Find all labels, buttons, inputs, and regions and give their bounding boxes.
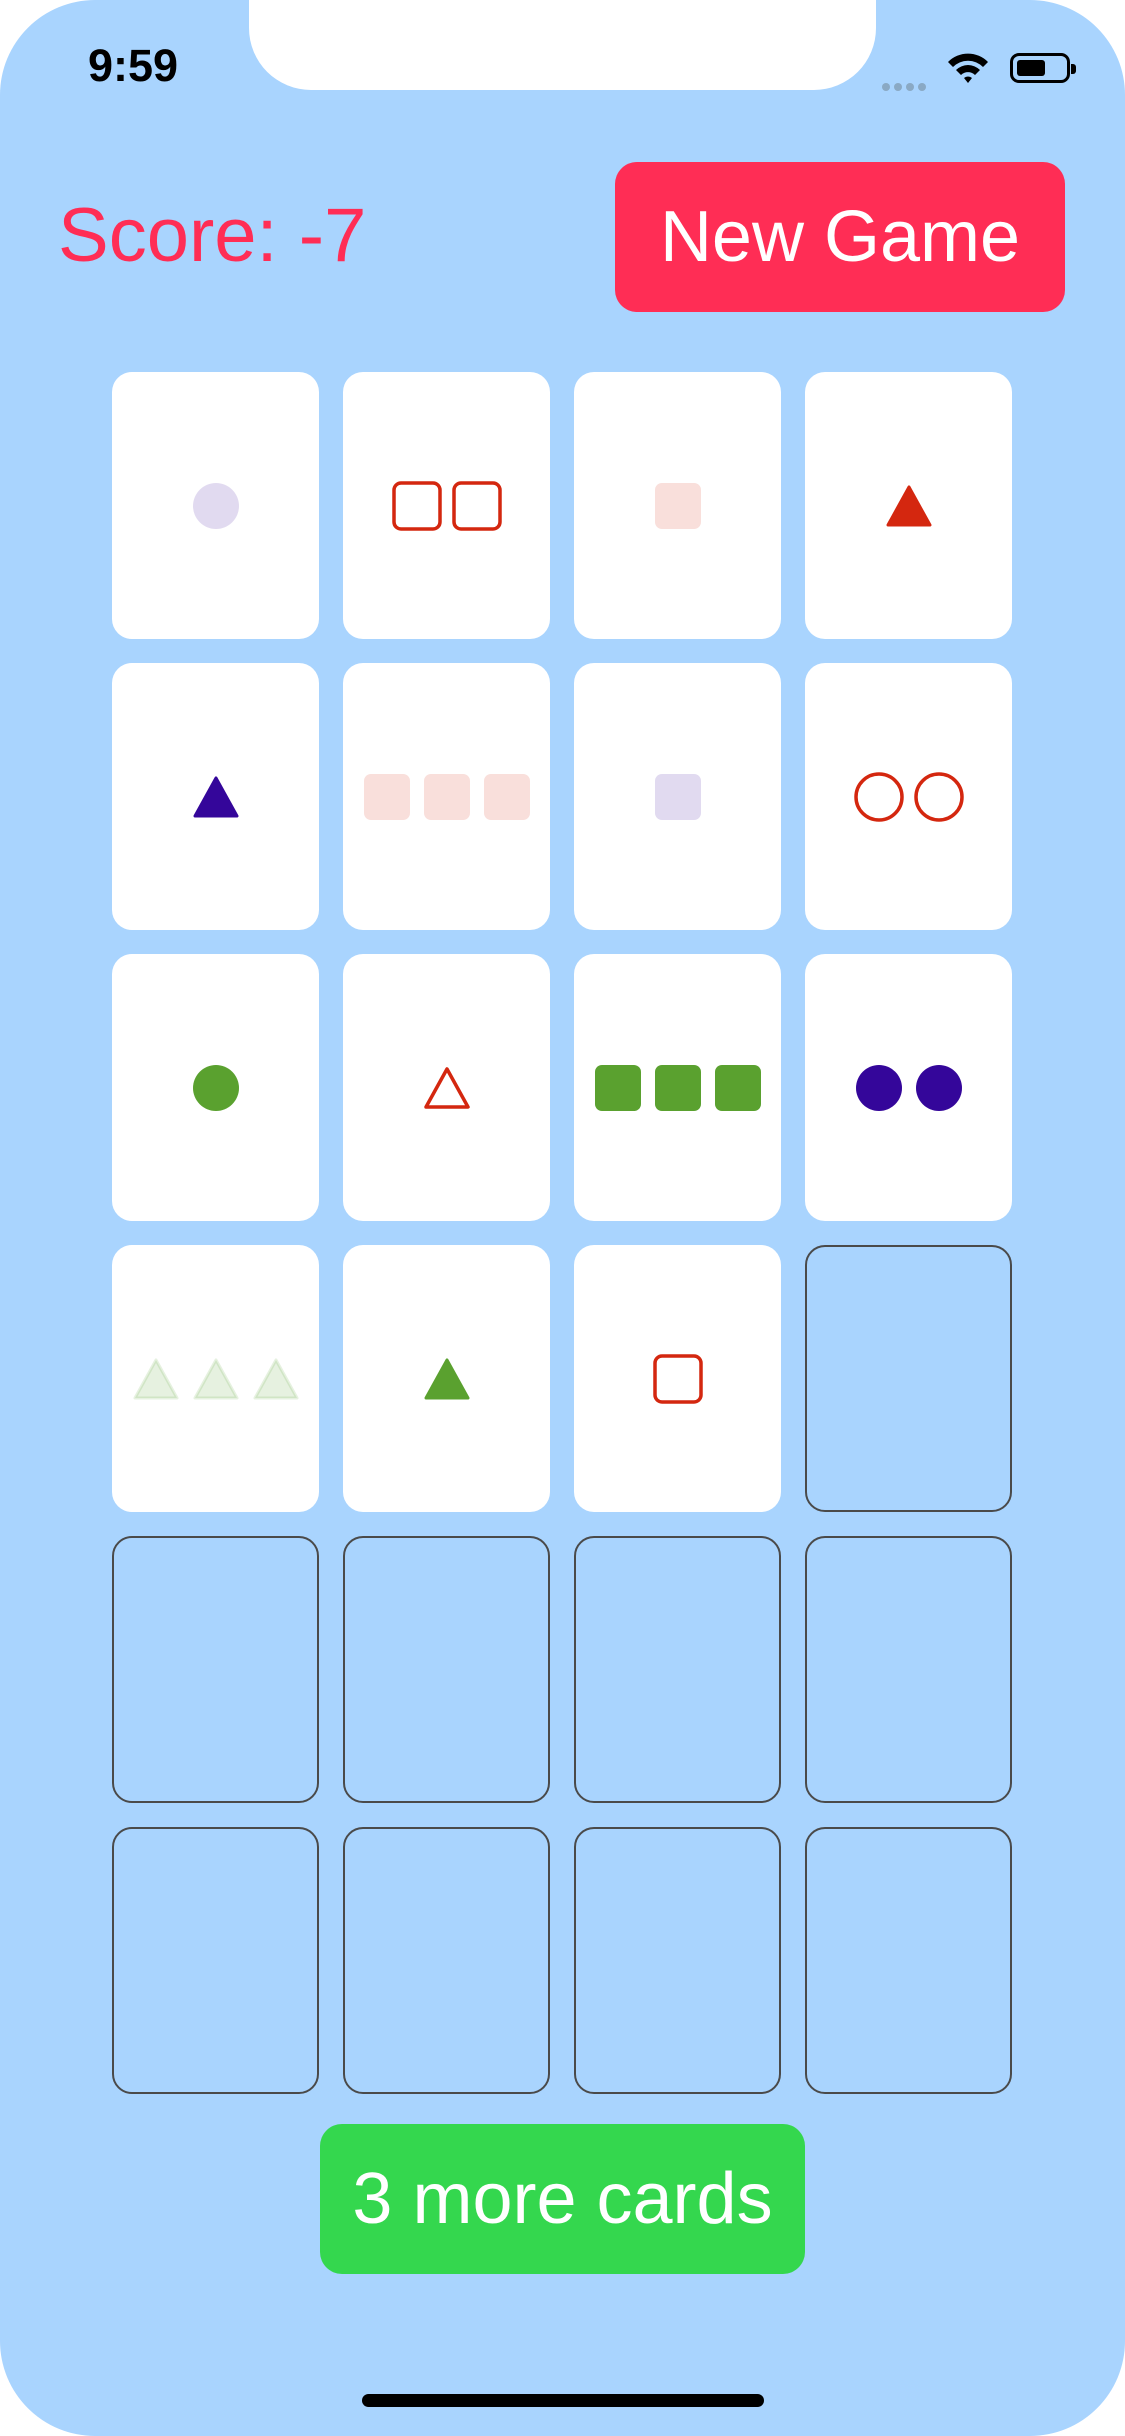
card-symbols: [191, 1063, 241, 1113]
set-card[interactable]: [112, 954, 319, 1221]
set-card[interactable]: [574, 954, 781, 1221]
status-time: 9:59: [88, 40, 179, 91]
square-icon: [714, 1064, 761, 1111]
triangle-icon: [253, 1358, 298, 1399]
new-game-button[interactable]: New Game: [615, 162, 1065, 312]
card-symbols: [362, 772, 532, 822]
circle-icon: [915, 1064, 962, 1111]
square-icon: [654, 482, 701, 529]
square-icon: [483, 773, 530, 820]
set-card[interactable]: [343, 954, 550, 1221]
square-icon: [594, 1064, 641, 1111]
card-symbols: [854, 1063, 964, 1113]
set-card[interactable]: [112, 663, 319, 930]
set-card[interactable]: [574, 663, 781, 930]
card-symbols: [422, 1354, 472, 1404]
set-card[interactable]: [343, 1245, 550, 1512]
circle-icon: [192, 1064, 239, 1111]
score-label: Score: -7: [58, 193, 367, 278]
set-card[interactable]: [343, 663, 550, 930]
square-icon: [423, 773, 470, 820]
card-symbols: [422, 1063, 472, 1113]
battery-icon: [1010, 53, 1076, 83]
empty-card-slot: [574, 1827, 781, 2094]
empty-card-slot: [112, 1536, 319, 1803]
empty-card-slot: [805, 1245, 1012, 1512]
cellular-signal-icon: [882, 78, 930, 96]
circle-icon: [192, 482, 239, 529]
circle-icon: [913, 771, 964, 822]
square-icon: [652, 1353, 703, 1404]
app-screen: 9:59 Score: -7 New Game 3 more cards: [0, 0, 1125, 2436]
set-card[interactable]: [805, 372, 1012, 639]
card-symbols: [884, 481, 934, 531]
card-symbols: [191, 481, 241, 531]
set-card[interactable]: [805, 954, 1012, 1221]
wifi-icon: [946, 50, 990, 89]
card-symbols: [653, 481, 703, 531]
card-symbols: [853, 771, 964, 822]
set-card[interactable]: [574, 372, 781, 639]
card-symbols: [593, 1063, 763, 1113]
card-symbols: [191, 772, 241, 822]
circle-icon: [853, 771, 904, 822]
empty-card-slot: [574, 1536, 781, 1803]
device-notch: [249, 0, 876, 90]
square-icon: [391, 480, 442, 531]
triangle-icon: [133, 1358, 178, 1399]
card-symbols: [131, 1354, 301, 1404]
set-card[interactable]: [343, 372, 550, 639]
card-symbols: [652, 1353, 703, 1404]
set-card[interactable]: [574, 1245, 781, 1512]
square-icon: [654, 773, 701, 820]
empty-card-slot: [343, 1536, 550, 1803]
deal-three-more-cards-button[interactable]: 3 more cards: [320, 2124, 805, 2274]
card-symbols: [653, 772, 703, 822]
empty-card-slot: [112, 1827, 319, 2094]
empty-card-slot: [343, 1827, 550, 2094]
triangle-icon: [193, 1358, 238, 1399]
square-icon: [451, 480, 502, 531]
triangle-icon: [886, 485, 931, 526]
empty-card-slot: [805, 1536, 1012, 1803]
set-card[interactable]: [112, 372, 319, 639]
card-symbols: [391, 480, 502, 531]
square-icon: [654, 1064, 701, 1111]
circle-icon: [855, 1064, 902, 1111]
home-indicator[interactable]: [362, 2394, 764, 2407]
square-icon: [363, 773, 410, 820]
empty-card-slot: [805, 1827, 1012, 2094]
triangle-icon: [424, 1358, 469, 1399]
set-card[interactable]: [805, 663, 1012, 930]
triangle-icon: [423, 1066, 470, 1109]
triangle-icon: [193, 776, 238, 817]
set-card[interactable]: [112, 1245, 319, 1512]
